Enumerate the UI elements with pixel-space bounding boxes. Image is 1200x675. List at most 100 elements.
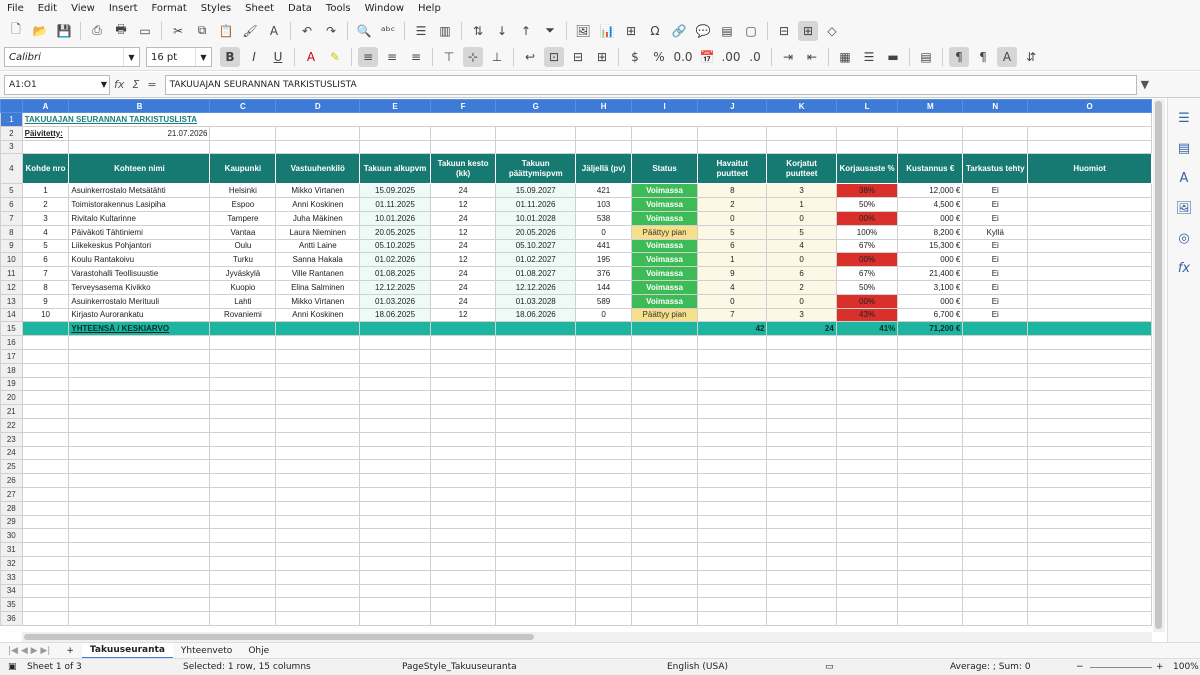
table-cell[interactable]: Voimassa xyxy=(630,183,699,199)
horizontal-scrollbar[interactable] xyxy=(22,632,1152,642)
empty-cell[interactable] xyxy=(68,569,211,585)
empty-cell[interactable] xyxy=(766,390,837,406)
spreadsheet-grid[interactable]: A B C D E F G H I J K L M N O 1 TAKUUAJAN SEURANNAN TARK… xyxy=(0,99,1152,632)
table-cell[interactable]: 21,400 € xyxy=(897,266,964,281)
table-cell[interactable]: 01.11.2025 xyxy=(359,197,431,212)
table-cell[interactable]: Rovaniemi xyxy=(209,307,277,323)
table-cell[interactable]: 01.03.2026 xyxy=(359,293,431,309)
empty-cell[interactable] xyxy=(209,597,277,613)
empty-cell[interactable] xyxy=(429,611,497,626)
freeze-rows-columns-icon[interactable]: ⊟ xyxy=(774,21,794,41)
table-cell[interactable]: 000 € xyxy=(897,252,964,268)
empty-cell[interactable] xyxy=(575,348,632,364)
table-cell[interactable]: 00% xyxy=(835,252,899,268)
empty-cell[interactable] xyxy=(209,528,277,544)
table-cell[interactable]: 6 xyxy=(21,252,70,268)
table-cell[interactable]: 0 xyxy=(575,224,632,240)
empty-cell[interactable] xyxy=(429,514,497,530)
empty-cell[interactable] xyxy=(429,542,497,557)
empty-cell[interactable] xyxy=(359,362,431,378)
empty-cell[interactable] xyxy=(21,348,70,364)
menu-sheet[interactable]: Sheet xyxy=(238,3,281,14)
empty-cell[interactable] xyxy=(766,514,837,530)
empty-cell[interactable] xyxy=(359,569,431,585)
empty-cell[interactable] xyxy=(359,376,431,392)
table-cell[interactable]: 12 xyxy=(429,197,497,212)
empty-cell[interactable] xyxy=(1027,555,1152,571)
empty-cell[interactable] xyxy=(575,473,632,488)
table-cell[interactable]: Koulu Rantakoivu xyxy=(68,252,211,268)
empty-cell[interactable] xyxy=(495,362,577,378)
empty-cell[interactable] xyxy=(209,417,277,433)
table-cell[interactable]: Kuopio xyxy=(209,279,277,295)
empty-cell[interactable] xyxy=(766,125,837,141)
empty-cell[interactable] xyxy=(766,597,837,613)
empty-cell[interactable] xyxy=(766,431,837,447)
column-header[interactable]: E xyxy=(359,99,431,113)
empty-cell[interactable] xyxy=(897,473,964,488)
empty-cell[interactable] xyxy=(21,390,70,406)
empty-cell[interactable] xyxy=(835,597,899,613)
table-cell[interactable]: 38% xyxy=(835,183,899,199)
empty-cell[interactable] xyxy=(429,597,497,613)
empty-cell[interactable] xyxy=(766,500,837,516)
border-style-icon[interactable]: ☰ xyxy=(859,47,879,67)
table-cell[interactable]: Anni Koskinen xyxy=(275,307,361,323)
table-cell[interactable]: 8 xyxy=(21,279,70,295)
empty-cell[interactable] xyxy=(962,459,1029,475)
add-decimal-icon[interactable]: .00 xyxy=(721,47,741,67)
empty-cell[interactable] xyxy=(68,376,211,392)
empty-cell[interactable] xyxy=(275,611,361,626)
empty-cell[interactable] xyxy=(897,459,964,475)
column-header[interactable]: J xyxy=(697,99,768,113)
empty-cell[interactable] xyxy=(697,555,768,571)
table-cell[interactable] xyxy=(1027,197,1152,212)
empty-cell[interactable] xyxy=(897,514,964,530)
empty-cell[interactable] xyxy=(962,611,1029,626)
empty-cell[interactable] xyxy=(835,500,899,516)
empty-cell[interactable] xyxy=(209,376,277,392)
selection-mode-icon[interactable]: ▭ xyxy=(825,662,834,672)
empty-cell[interactable] xyxy=(275,431,361,447)
empty-cell[interactable] xyxy=(1027,500,1152,516)
empty-cell[interactable] xyxy=(275,514,361,530)
empty-cell[interactable] xyxy=(835,542,899,557)
font-size-box[interactable]: 16 pt ▼ xyxy=(146,47,212,67)
empty-cell[interactable] xyxy=(359,611,431,626)
empty-cell[interactable] xyxy=(359,390,431,406)
cut-icon[interactable]: ✂ xyxy=(168,21,188,41)
empty-cell[interactable] xyxy=(429,445,497,461)
empty-cell[interactable] xyxy=(697,528,768,544)
table-cell[interactable]: 24 xyxy=(429,293,497,309)
table-cell[interactable]: 0 xyxy=(697,210,768,226)
empty-cell[interactable] xyxy=(359,348,431,364)
empty-cell[interactable] xyxy=(630,486,699,502)
empty-cell[interactable] xyxy=(697,362,768,378)
empty-cell[interactable] xyxy=(962,500,1029,516)
row-header[interactable]: 16 xyxy=(0,335,23,350)
zoom-slider[interactable] xyxy=(1090,667,1152,668)
empty-cell[interactable] xyxy=(21,555,70,571)
table-cell[interactable]: 5 xyxy=(697,224,768,240)
row-header[interactable]: 1 xyxy=(0,112,23,127)
empty-cell[interactable] xyxy=(697,473,768,488)
empty-cell[interactable] xyxy=(766,528,837,544)
row-header[interactable]: 13 xyxy=(0,293,23,309)
empty-cell[interactable] xyxy=(897,542,964,557)
table-cell[interactable]: 3,100 € xyxy=(897,279,964,295)
empty-cell[interactable] xyxy=(575,514,632,530)
empty-cell[interactable] xyxy=(21,335,70,350)
underline-icon[interactable]: U xyxy=(268,47,288,67)
empty-cell[interactable] xyxy=(21,321,70,337)
empty-cell[interactable] xyxy=(766,542,837,557)
empty-cell[interactable] xyxy=(429,583,497,599)
table-cell[interactable]: Anni Koskinen xyxy=(275,197,361,212)
empty-cell[interactable] xyxy=(275,321,361,337)
empty-cell[interactable] xyxy=(897,417,964,433)
table-cell[interactable]: 5 xyxy=(21,238,70,254)
empty-cell[interactable] xyxy=(835,125,899,141)
empty-cell[interactable] xyxy=(962,390,1029,406)
table-cell[interactable]: 12 xyxy=(429,224,497,240)
empty-cell[interactable] xyxy=(1027,431,1152,447)
total-cost[interactable]: 71,200 € xyxy=(897,321,964,337)
